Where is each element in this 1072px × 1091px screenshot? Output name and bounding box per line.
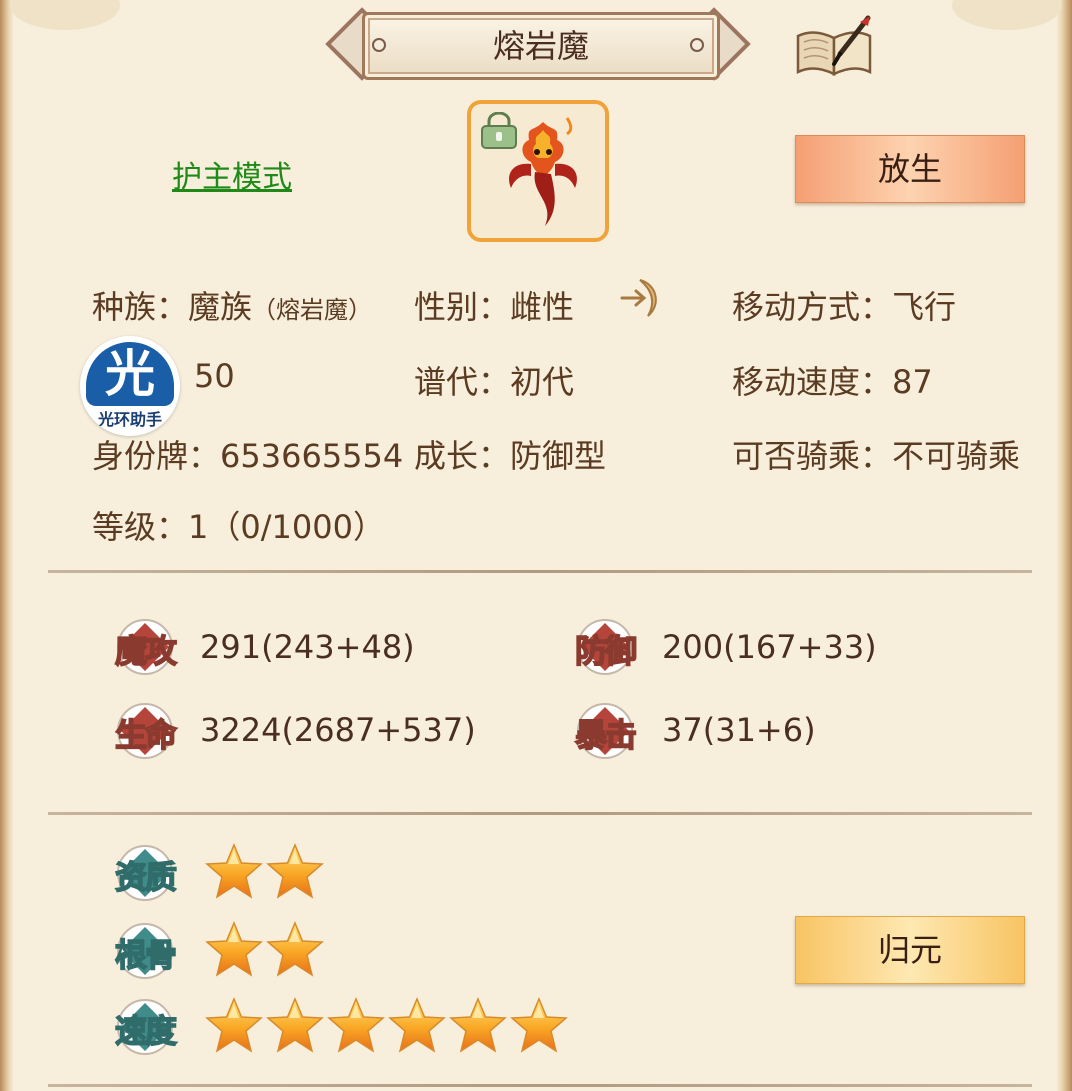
lock-icon — [481, 112, 517, 149]
bone-label: 根骨 — [114, 935, 178, 975]
move-speed-value: 87 — [892, 363, 933, 401]
defense-label: 防御 — [574, 631, 638, 671]
generation-label: 谱代： — [414, 363, 511, 401]
gender-label: 性别： — [414, 288, 511, 326]
growth-label: 成长： — [414, 437, 511, 475]
gold-star-icon — [265, 842, 325, 900]
move-type-row: 移动方式：飞行 — [732, 282, 956, 328]
section-divider — [48, 812, 1032, 815]
id-label: 身份牌： — [92, 437, 221, 475]
bone-stars — [204, 920, 325, 978]
ride-row: 可否骑乘：不可骑乘 — [732, 431, 1020, 477]
gold-star-icon — [326, 996, 386, 1054]
move-type-value: 飞行 — [892, 288, 957, 326]
speed-label: 速度 — [114, 1011, 178, 1051]
level-value: 1（0/1000） — [188, 508, 385, 546]
hp-badge: 生命 — [114, 702, 178, 760]
right-frame-border — [1056, 0, 1072, 1091]
section-divider — [48, 570, 1032, 573]
id-row: 身份牌：653665554 — [92, 431, 403, 477]
female-crescent-icon — [620, 279, 657, 317]
race-sub-close: ） — [348, 296, 373, 324]
generation-row: 谱代：初代 — [414, 357, 574, 403]
pet-avatar[interactable] — [467, 100, 609, 242]
logo-char: 光 — [86, 342, 174, 406]
ride-value: 不可骑乘 — [892, 437, 1021, 475]
move-type-label: 移动方式： — [732, 288, 893, 326]
release-button[interactable]: 放生 — [795, 135, 1025, 203]
guanghuan-watermark-logo: 光 光环助手 — [80, 336, 180, 436]
race-label: 种族： — [92, 288, 189, 326]
id-value: 653665554 — [220, 437, 404, 475]
gender-value: 雌性 — [510, 288, 575, 326]
hp-label: 生命 — [114, 715, 178, 755]
left-frame-border — [0, 0, 14, 1091]
crit-badge: 暴击 — [574, 702, 638, 760]
aptitude-label: 资质 — [114, 857, 178, 897]
race-sub-open: （ — [252, 296, 277, 324]
speed-stars — [204, 996, 569, 1054]
aptitude-stars — [204, 842, 325, 900]
return-origin-button[interactable]: 归元 — [795, 916, 1025, 984]
move-speed-row: 移动速度：87 — [732, 357, 933, 403]
crit-label: 暴击 — [574, 715, 638, 755]
gold-star-icon — [265, 920, 325, 978]
level-row: 等级：1（0/1000） — [92, 502, 385, 548]
logo-text: 光环助手 — [97, 410, 162, 429]
gold-star-icon — [204, 842, 264, 900]
hidden-value: 50 — [194, 357, 235, 395]
book-quill-icon[interactable] — [794, 14, 874, 80]
aptitude-badge: 资质 — [114, 844, 178, 902]
bone-badge: 根骨 — [114, 922, 178, 980]
move-speed-label: 移动速度： — [732, 363, 893, 401]
speed-badge: 速度 — [114, 998, 178, 1056]
ride-label: 可否骑乘： — [732, 437, 893, 475]
growth-value: 防御型 — [510, 437, 607, 475]
guard-mode-link[interactable]: 护主模式 — [172, 152, 292, 196]
level-label: 等级： — [92, 508, 189, 546]
gold-star-icon — [448, 996, 508, 1054]
gold-star-icon — [509, 996, 569, 1054]
crit-value: 37(31+6) — [662, 711, 816, 749]
gold-star-icon — [204, 920, 264, 978]
pet-name-title: 熔岩魔 — [492, 27, 589, 65]
gold-star-icon — [265, 996, 325, 1054]
generation-value: 初代 — [510, 363, 575, 401]
mag-atk-value: 291(243+48) — [200, 628, 415, 666]
corner-cloud-decoration — [10, 0, 120, 30]
growth-row: 成长：防御型 — [414, 431, 606, 477]
defense-value: 200(167+33) — [662, 628, 877, 666]
mag-atk-label: 魔攻 — [114, 631, 178, 671]
gold-star-icon — [204, 996, 264, 1054]
hp-value: 3224(2687+537) — [200, 711, 476, 749]
defense-badge: 防御 — [574, 618, 638, 676]
gold-star-icon — [387, 996, 447, 1054]
mag-atk-badge: 魔攻 — [114, 618, 178, 676]
race-row: 种族：魔族（熔岩魔） — [92, 282, 372, 328]
section-divider — [48, 1084, 1032, 1087]
title-banner: 熔岩魔 — [322, 6, 754, 81]
race-value: 魔族 — [188, 288, 253, 326]
corner-cloud-decoration — [952, 0, 1062, 30]
race-sub-value: 熔岩魔 — [276, 296, 349, 324]
gender-row: 性别：雌性 — [414, 282, 574, 328]
